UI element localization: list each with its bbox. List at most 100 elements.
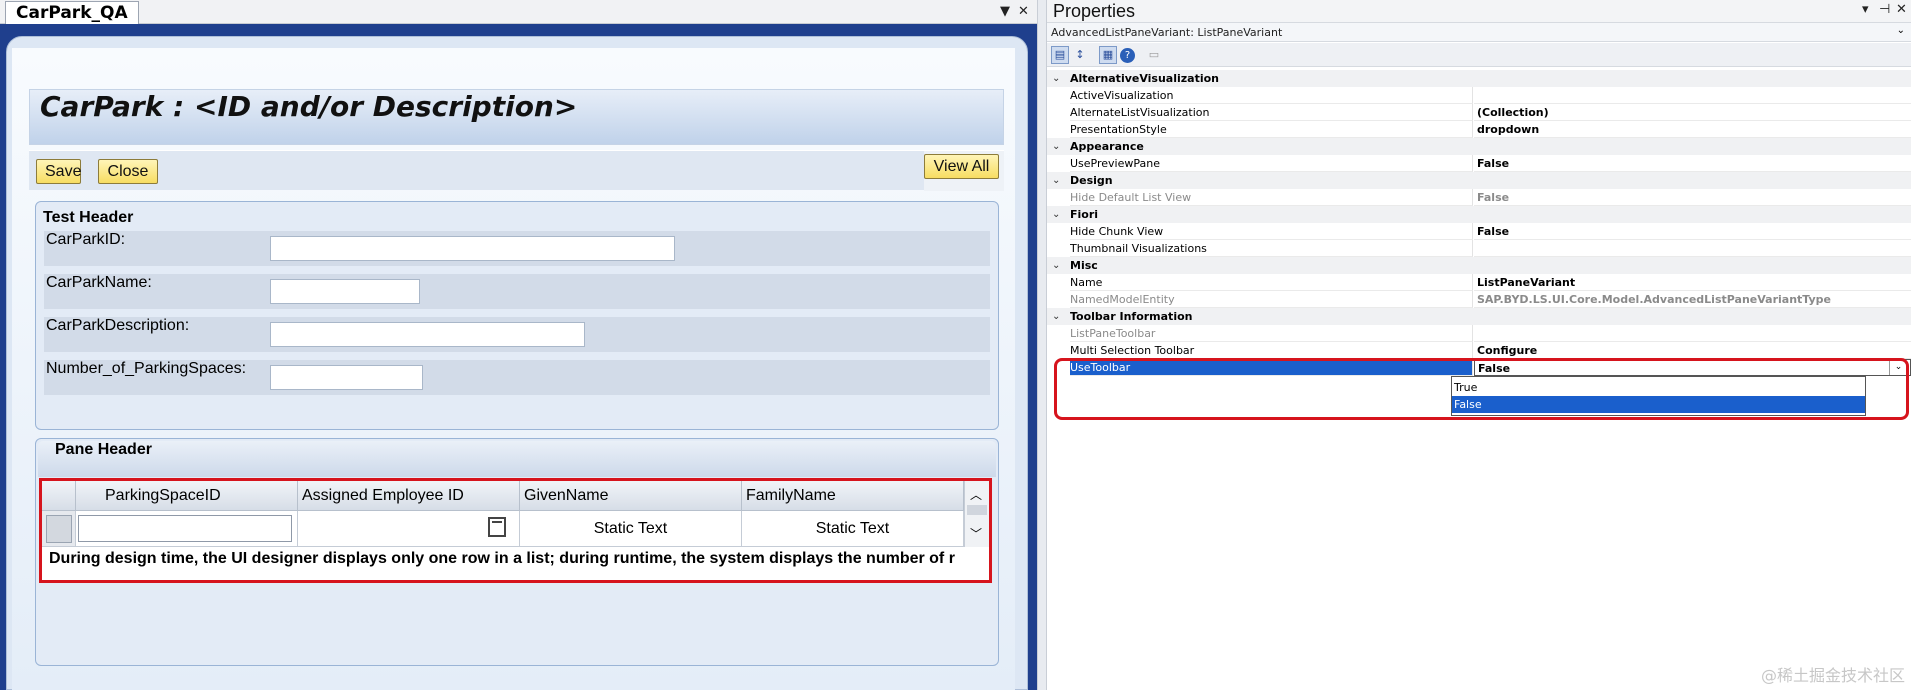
column-header-parkingspaceid[interactable]: ParkingSpaceID	[76, 481, 298, 511]
property-name[interactable]: Multi Selection Toolbar	[1070, 342, 1473, 359]
scroll-thumb[interactable]	[967, 505, 987, 515]
properties-pane: Properties ▾ ⊣ ✕ AdvancedListPaneVariant…	[1047, 0, 1911, 690]
property-row[interactable]: Hide Default List View False	[1047, 189, 1911, 206]
property-value-text: False	[1477, 157, 1510, 170]
properties-title: Properties	[1053, 1, 1136, 21]
property-name[interactable]: ListPaneToolbar	[1070, 325, 1473, 342]
row-gutter	[1047, 274, 1067, 291]
object-selector-value: AdvancedListPaneVariant: ListPaneVariant	[1051, 26, 1283, 39]
row-gutter	[1047, 155, 1067, 172]
property-value-text: (Collection)	[1477, 106, 1549, 119]
view-all-button[interactable]: View All	[924, 154, 999, 179]
property-value[interactable]: ListPaneVariant	[1474, 274, 1911, 291]
page-title[interactable]: CarPark : <ID and/or Description>	[40, 90, 577, 123]
row-gutter	[1047, 240, 1067, 257]
property-value-text: SAP.BYD.LS.UI.Core.Model.AdvancedListPan…	[1477, 293, 1831, 306]
property-value[interactable]: dropdown	[1474, 121, 1911, 138]
categorized-icon[interactable]: ▤	[1051, 46, 1069, 64]
carparkdescription-input[interactable]	[270, 322, 585, 347]
property-name[interactable]: UsePreviewPane	[1070, 155, 1473, 172]
category-name: Fiori	[1070, 208, 1099, 221]
parkingspaces-input[interactable]	[270, 365, 423, 390]
property-value[interactable]	[1474, 325, 1911, 342]
property-name[interactable]: NamedModelEntity	[1070, 291, 1473, 308]
designer-pane: CarPark_QA ▼ ✕ CarPark : <ID and/or Desc…	[0, 0, 1037, 690]
collapse-icon[interactable]: ⌄	[1052, 138, 1060, 155]
property-value[interactable]	[1474, 240, 1911, 257]
cell-givenname: Static Text	[520, 511, 742, 547]
property-row[interactable]: ListPaneToolbar	[1047, 325, 1911, 342]
save-button[interactable]: Save	[36, 159, 81, 184]
property-value[interactable]: False	[1474, 189, 1911, 206]
property-row[interactable]: AlternateListVisualization (Collection)	[1047, 104, 1911, 121]
property-name[interactable]: PresentationStyle	[1070, 121, 1473, 138]
property-row[interactable]: Hide Chunk View False	[1047, 223, 1911, 240]
property-value[interactable]: Configure	[1474, 342, 1911, 359]
close-icon[interactable]: ✕	[1896, 0, 1907, 22]
property-row[interactable]: Thumbnail Visualizations	[1047, 240, 1911, 257]
row-gutter	[1047, 291, 1067, 308]
property-category[interactable]: ⌄ AlternativeVisualization	[1047, 70, 1911, 87]
scroll-up-icon[interactable]: ︿	[970, 486, 982, 503]
close-button[interactable]: Close	[98, 159, 158, 184]
collapse-icon[interactable]: ⌄	[1052, 308, 1060, 325]
property-category[interactable]: ⌄ Fiori	[1047, 206, 1911, 223]
property-row[interactable]: PresentationStyle dropdown	[1047, 121, 1911, 138]
pane-splitter[interactable]	[1037, 0, 1047, 690]
row-selector[interactable]	[42, 511, 76, 547]
property-row[interactable]: NamedModelEntity SAP.BYD.LS.UI.Core.Model…	[1047, 291, 1911, 308]
column-header-familyname[interactable]: FamilyName	[742, 481, 964, 511]
list-scrollbar[interactable]: ︿ ﹀	[964, 481, 989, 547]
property-name[interactable]: ActiveVisualization	[1070, 87, 1473, 104]
property-name[interactable]: Hide Default List View	[1070, 189, 1473, 206]
property-row[interactable]: Name ListPaneVariant	[1047, 274, 1911, 291]
property-category[interactable]: ⌄ Toolbar Information	[1047, 308, 1911, 325]
property-value-text: False	[1477, 225, 1510, 238]
scroll-down-icon[interactable]: ﹀	[970, 525, 982, 542]
row-gutter	[1047, 121, 1067, 138]
property-name[interactable]: Thumbnail Visualizations	[1070, 240, 1473, 257]
value-help-icon[interactable]	[488, 517, 506, 537]
property-value[interactable]: SAP.BYD.LS.UI.Core.Model.AdvancedListPan…	[1474, 291, 1911, 308]
property-value[interactable]: (Collection)	[1474, 104, 1911, 121]
property-row[interactable]: UsePreviewPane False	[1047, 155, 1911, 172]
property-value[interactable]: False	[1474, 155, 1911, 172]
column-header-assigned-employee-id[interactable]: Assigned Employee ID	[298, 481, 520, 511]
document-tab[interactable]: CarPark_QA	[5, 1, 139, 24]
form-row-carparkdescription: CarParkDescription:	[44, 317, 990, 352]
property-value[interactable]: False	[1474, 223, 1911, 240]
alphabetical-icon[interactable]: ↕	[1071, 46, 1089, 64]
row-gutter	[1047, 223, 1067, 240]
row-gutter	[1047, 189, 1067, 206]
carparkname-input[interactable]	[270, 279, 420, 304]
collapse-icon[interactable]: ⌄	[1052, 206, 1060, 223]
row-selector-header[interactable]	[42, 481, 76, 511]
column-header-givenname[interactable]: GivenName	[520, 481, 742, 511]
dropdown-icon[interactable]: ▾	[1862, 0, 1869, 22]
carparkid-input[interactable]	[270, 236, 675, 261]
row-selector-cell[interactable]	[46, 515, 72, 543]
property-row[interactable]: ActiveVisualization	[1047, 87, 1911, 104]
pin-icon[interactable]: ⊣	[1879, 0, 1890, 22]
property-category[interactable]: ⌄ Appearance	[1047, 138, 1911, 155]
chevron-down-icon[interactable]: ⌄	[1897, 25, 1905, 36]
parkingspaceid-input[interactable]	[78, 515, 292, 542]
property-name[interactable]: Name	[1070, 274, 1473, 291]
field-label: Number_of_ParkingSpaces:	[46, 360, 247, 377]
tab-menu-icon[interactable]: ▼	[1000, 0, 1010, 24]
collapse-icon[interactable]: ⌄	[1052, 257, 1060, 274]
header-section[interactable]: Test Header CarParkID: CarParkName: CarP…	[35, 201, 999, 430]
property-name[interactable]: Hide Chunk View	[1070, 223, 1473, 240]
property-name[interactable]: AlternateListVisualization	[1070, 104, 1473, 121]
collapse-icon[interactable]: ⌄	[1052, 70, 1060, 87]
property-value[interactable]	[1474, 87, 1911, 104]
tab-close-icon[interactable]: ✕	[1018, 0, 1029, 24]
properties-icon[interactable]: ▦	[1099, 46, 1117, 64]
object-selector[interactable]: AdvancedListPaneVariant: ListPaneVariant…	[1047, 22, 1911, 42]
property-category[interactable]: ⌄ Design	[1047, 172, 1911, 189]
collapse-icon[interactable]: ⌄	[1052, 172, 1060, 189]
property-pages-icon[interactable]: ▭	[1145, 46, 1163, 64]
property-row[interactable]: Multi Selection Toolbar Configure	[1047, 342, 1911, 359]
help-icon[interactable]: ?	[1120, 48, 1135, 63]
property-category[interactable]: ⌄ Misc	[1047, 257, 1911, 274]
